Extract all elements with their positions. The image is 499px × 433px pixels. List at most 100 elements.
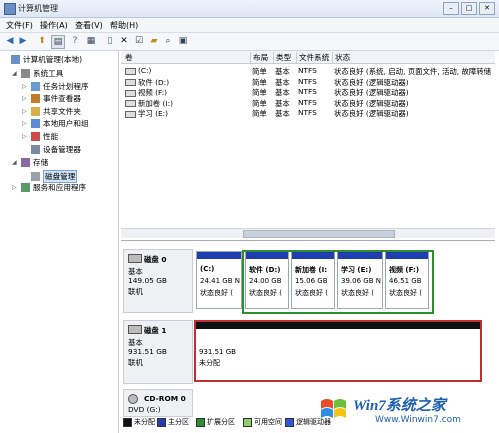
scroll-thumb[interactable] (243, 230, 395, 238)
horizontal-scrollbar[interactable] (121, 228, 495, 238)
disk-icon (31, 172, 40, 181)
cdrom-icon (128, 394, 138, 404)
volume-cell: 简单 (252, 98, 267, 108)
volume-label: 软件 (D:) (138, 77, 170, 87)
users-icon (31, 119, 40, 128)
legend-swatch (123, 417, 132, 427)
legend-item: 可用空间 (243, 417, 282, 427)
tree-expander-icon[interactable]: ◢ (12, 70, 18, 77)
document-icon[interactable]: ▯ (104, 35, 116, 47)
volume-icon (125, 79, 136, 86)
maximize-button[interactable]: □ (461, 2, 477, 15)
check-icon[interactable]: ☑ (133, 35, 145, 47)
tree-expander-icon[interactable]: ▷ (22, 83, 28, 90)
watermark-brand: Win7系统之家 (353, 398, 446, 414)
volume-row[interactable]: (C:) 简单 基本 NTFS 状态良好 (系统, 启动, 页面文件, 活动, 故障转储 (121, 66, 495, 77)
volume-name: 视频 (F:) (125, 87, 167, 98)
tree-item-label: 性能 (43, 132, 59, 141)
tree-item[interactable]: ▷ 任务计划程序 (22, 81, 89, 92)
tree-expander-icon[interactable]: ▷ (12, 184, 18, 191)
forward-icon[interactable]: ▶ (17, 35, 29, 47)
back-icon[interactable]: ◀ (4, 35, 16, 47)
col-filesystem[interactable]: 文件系统 (296, 52, 329, 63)
tree-expander-icon[interactable]: ◢ (12, 159, 18, 166)
tree-item[interactable]: ◢ 系统工具 (12, 68, 63, 79)
disk-0-label[interactable]: 磁盘 0 基本 149.05 GB 联机 (123, 249, 193, 313)
col-status[interactable]: 状态 (332, 52, 350, 63)
volume-row[interactable]: 软件 (D:) 简单 基本 NTFS 状态良好 (逻辑驱动器) (121, 77, 495, 88)
volume-cell: NTFS (298, 108, 317, 117)
open-icon[interactable]: ▰ (148, 35, 160, 47)
close-button[interactable]: ✕ (479, 2, 495, 15)
volume-cell: 简单 (252, 67, 267, 76)
col-volume[interactable]: 卷 (123, 52, 133, 63)
cdrom-label[interactable]: CD-ROM 0 DVD (G:) (123, 389, 193, 417)
disk-name: 磁盘 1 (144, 326, 167, 335)
disk-1-label[interactable]: 磁盘 1 基本 931.51 GB 联机 (123, 320, 193, 384)
tree-item[interactable]: ▷ 本地用户和组 (22, 118, 89, 129)
volume-cell: 简单 (252, 77, 267, 87)
tools-icon (21, 69, 30, 78)
up-folder-icon[interactable]: ⬆ (36, 35, 48, 47)
legend-swatch (196, 417, 205, 427)
volume-row[interactable]: 新加卷 (I:) 简单 基本 NTFS 状态良好 (逻辑驱动器) (121, 98, 495, 109)
menu-help[interactable]: 帮助(H) (110, 20, 138, 31)
menu-file[interactable]: 文件(F) (6, 20, 33, 31)
legend-swatch (285, 417, 294, 427)
volume-row[interactable]: 学习 (E:) 简单 基本 NTFS 状态良好 (逻辑驱动器) (121, 108, 495, 119)
disk-size: 931.51 GB (128, 347, 168, 356)
tree-item-label: 设备管理器 (43, 145, 81, 154)
title-bar: 计算机管理 – □ ✕ (0, 0, 499, 18)
volume-cell: 简单 (252, 88, 267, 97)
tree-item[interactable]: ▷ 事件查看器 (22, 93, 81, 104)
volume-label: (C:) (138, 66, 152, 75)
volume-label: 视频 (F:) (138, 88, 168, 97)
volume-cell: 简单 (252, 109, 267, 118)
disk-name: 磁盘 0 (144, 255, 167, 264)
search-icon[interactable]: ⌕ (162, 35, 174, 47)
delete-icon[interactable]: ✕ (118, 35, 130, 47)
volume-cell: 基本 (275, 98, 290, 108)
tree-item[interactable]: ▷ 性能 (22, 131, 58, 142)
help-icon[interactable]: ? (69, 35, 81, 47)
tree-item-label: 事件查看器 (43, 94, 81, 103)
partition-size: 931.51 GB (199, 348, 236, 356)
tree-item-label: 系统工具 (33, 69, 64, 78)
tree-item[interactable]: ▷ 服务和应用程序 (12, 182, 86, 193)
tree-item[interactable]: 设备管理器 (22, 144, 81, 155)
properties-icon[interactable]: ▦ (85, 35, 97, 47)
tree-item[interactable]: 计算机管理(本地) (2, 54, 82, 65)
minimize-button[interactable]: – (443, 2, 459, 15)
tree-expander-icon[interactable]: ▷ (22, 108, 28, 115)
tree-item[interactable]: ◢ 存储 (12, 157, 48, 168)
tree-item-label: 共享文件夹 (43, 107, 81, 116)
menu-view[interactable]: 查看(V) (75, 20, 103, 31)
menu-action[interactable]: 操作(A) (40, 20, 68, 31)
partition-bar (197, 252, 241, 259)
folder-icon (31, 107, 40, 116)
volume-icon (125, 89, 136, 97)
navigation-tree: 计算机管理(本地) ◢ 系统工具 ▷ 任务计划程序 ▷ 事件查看器 ▷ 共享文件夹 ▷ 本地用户和组… (0, 51, 119, 433)
unallocated-partition[interactable]: 931.51 GB 未分配 (194, 320, 482, 382)
tree-item-label: 任务计划程序 (43, 82, 89, 91)
volume-icon (125, 110, 136, 118)
view-icon[interactable]: ▣ (177, 35, 189, 47)
tree-expander-icon[interactable]: ▷ (22, 95, 28, 102)
tree-expander-icon[interactable]: ▷ (22, 133, 28, 140)
volume-cell: 状态良好 (系统, 启动, 页面文件, 活动, 故障转储 (334, 67, 492, 76)
show-tree-icon[interactable]: ▤ (51, 35, 65, 49)
col-layout[interactable]: 布局 (250, 52, 268, 63)
disk-icon (128, 254, 142, 263)
partition-block[interactable]: (C:) 24.41 GB N 状态良好 ( (196, 251, 242, 309)
col-type[interactable]: 类型 (273, 52, 291, 63)
legend-swatch (157, 417, 166, 427)
extended-partition-outline (242, 250, 434, 314)
volume-cell: 状态良好 (逻辑驱动器) (334, 77, 409, 87)
legend-label: 可用空间 (254, 418, 282, 426)
tree-item[interactable]: ▷ 共享文件夹 (22, 106, 81, 117)
tree-expander-icon[interactable]: ▷ (22, 120, 28, 127)
volume-row[interactable]: 视频 (F:) 简单 基本 NTFS 状态良好 (逻辑驱动器) (121, 87, 495, 98)
partition-title: (C:) (200, 265, 215, 273)
disk-status: 联机 (128, 287, 143, 296)
cdrom-name: CD-ROM 0 (144, 394, 186, 403)
